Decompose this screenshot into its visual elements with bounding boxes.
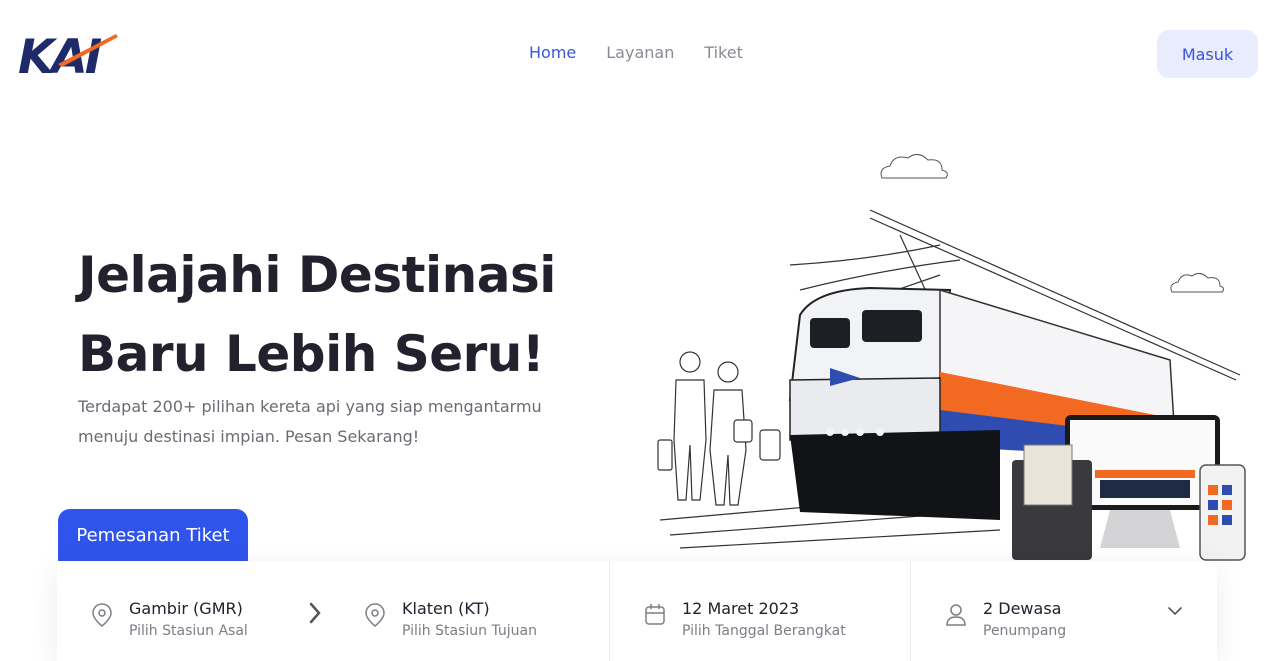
tab-ticket-booking[interactable]: Pemesanan Tiket — [58, 509, 248, 561]
nav-tiket[interactable]: Tiket — [704, 43, 743, 62]
login-button[interactable]: Masuk — [1157, 30, 1258, 78]
passenger-field[interactable]: 2 Dewasa Penumpang — [945, 599, 1185, 643]
hero-subtitle-line-1: Terdapat 200+ pilihan kereta api yang si… — [78, 397, 542, 416]
calendar-icon — [645, 604, 665, 625]
departure-date-hint: Pilih Tanggal Berangkat — [682, 623, 846, 639]
origin-field[interactable]: Gambir (GMR) Pilih Stasiun Asal — [91, 599, 291, 643]
date-segment: 12 Maret 2023 Pilih Tanggal Berangkat — [610, 561, 911, 661]
departure-date-value: 12 Maret 2023 — [682, 599, 800, 618]
chevron-down-icon[interactable] — [1167, 605, 1183, 617]
chevron-right-icon[interactable] — [307, 601, 323, 625]
departure-date-field[interactable]: 12 Maret 2023 Pilih Tanggal Berangkat — [644, 599, 884, 643]
destination-hint: Pilih Stasiun Tujuan — [402, 623, 537, 639]
main-nav: Home Layanan Tiket — [529, 43, 743, 62]
booking-form: Gambir (GMR) Pilih Stasiun Asal Klaten (… — [57, 561, 1217, 661]
passenger-hint: Penumpang — [983, 623, 1067, 639]
destination-field[interactable]: Klaten (KT) Pilih Stasiun Tujuan — [364, 599, 584, 643]
passenger-value: 2 Dewasa — [983, 599, 1062, 618]
user-icon — [946, 604, 966, 626]
route-segment: Gambir (GMR) Pilih Stasiun Asal Klaten (… — [57, 561, 610, 661]
header: KAI Home Layanan Tiket Masuk — [0, 0, 1280, 108]
destination-value: Klaten (KT) — [402, 599, 490, 618]
hero-title-line-2: Baru Lebih Seru! — [78, 325, 545, 383]
cloud-icon — [880, 154, 1225, 293]
nav-layanan[interactable]: Layanan — [606, 43, 674, 62]
ticket-machine-illustration — [1012, 444, 1092, 560]
nav-home[interactable]: Home — [529, 43, 576, 62]
location-pin-icon — [92, 603, 112, 627]
hero-title: Jelajahi Destinasi Baru Lebih Seru! — [78, 236, 598, 394]
passenger-segment: 2 Dewasa Penumpang — [911, 561, 1217, 661]
origin-hint: Pilih Stasiun Asal — [129, 623, 248, 639]
hero-subtitle: Terdapat 200+ pilihan kereta api yang si… — [78, 392, 558, 452]
hero-title-line-1: Jelajahi Destinasi — [78, 246, 556, 304]
location-pin-icon — [365, 603, 385, 627]
phone-illustration — [1199, 464, 1246, 561]
train-illustration — [657, 154, 1246, 561]
hero-subtitle-line-2: menuju destinasi impian. Pesan Sekarang! — [78, 427, 420, 446]
kai-logo[interactable]: KAI — [18, 30, 120, 76]
origin-value: Gambir (GMR) — [129, 599, 243, 618]
svg-text:KAI: KAI — [18, 30, 102, 76]
